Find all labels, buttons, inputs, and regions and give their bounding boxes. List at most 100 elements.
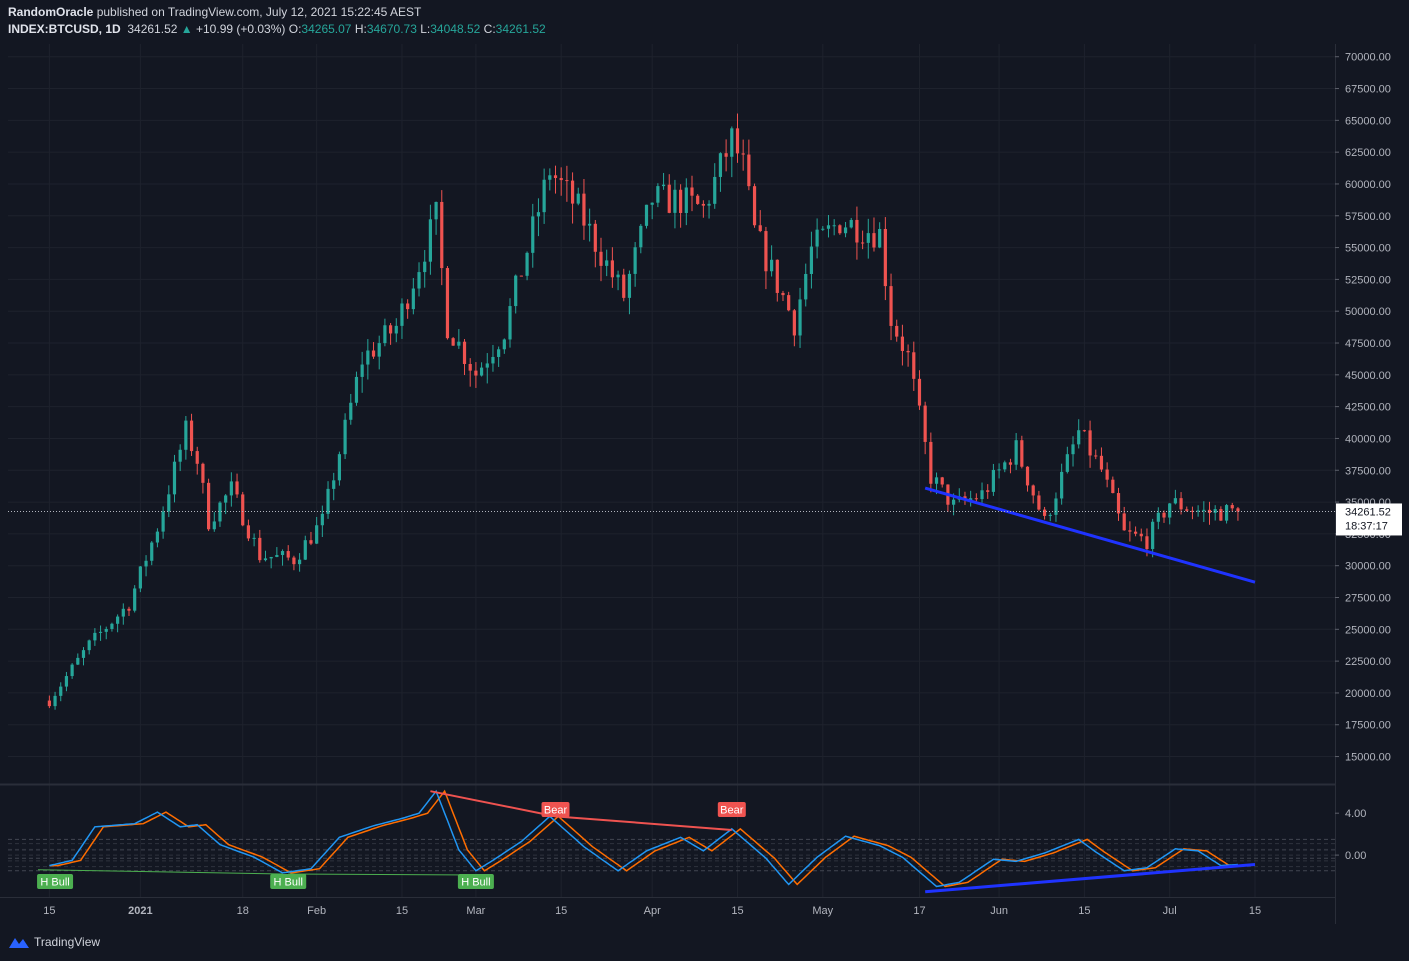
candle: [889, 286, 893, 326]
candle: [582, 193, 586, 226]
candle: [1179, 498, 1183, 510]
bull-label: H Bull: [461, 877, 490, 889]
candle: [241, 494, 245, 526]
candle: [861, 242, 865, 244]
close-value: 34261.52: [495, 22, 546, 36]
candle: [195, 451, 199, 464]
candle: [1202, 509, 1206, 511]
candle: [991, 469, 996, 492]
bull-label: H Bull: [40, 877, 69, 889]
candle: [883, 229, 887, 287]
symbol-legend: INDEX:BTCUSD, 1D 34261.52 ▲ +10.99 (+0.0…: [8, 22, 546, 36]
chart-canvas[interactable]: 70000.00 67500.00 65000.00 62500.00 60000.00…: [0, 0, 1409, 961]
candle: [411, 288, 415, 310]
price-tick-label: 50000.00: [1345, 306, 1391, 318]
candle: [661, 184, 666, 187]
candle: [1145, 536, 1149, 549]
candle: [1151, 521, 1155, 549]
candle: [1230, 505, 1234, 509]
candle: [627, 273, 632, 298]
candle: [1139, 533, 1143, 537]
candle: [832, 225, 836, 227]
candle: [468, 363, 472, 371]
price-tick-label: 25000.00: [1345, 624, 1391, 636]
candle: [479, 367, 484, 376]
time-tick-label: 17: [913, 905, 925, 917]
candle: [1219, 509, 1223, 521]
time-tick-label: 15: [396, 905, 408, 917]
time-tick-label: Jun: [990, 905, 1008, 917]
candle: [696, 195, 700, 204]
candle: [508, 306, 512, 340]
candle: [741, 153, 745, 155]
price-tick-label: 30000.00: [1345, 561, 1391, 573]
candle: [895, 325, 899, 337]
high-value: 34670.73: [366, 22, 417, 36]
candle: [1060, 471, 1064, 499]
candle: [1133, 531, 1138, 534]
candle: [451, 338, 455, 346]
candle: [457, 341, 461, 346]
candle: [1099, 455, 1104, 470]
candle: [542, 179, 546, 213]
time-tick-label: May: [812, 905, 833, 917]
candle: [1105, 469, 1109, 480]
author-name[interactable]: RandomOracle: [8, 5, 93, 19]
candle: [1116, 493, 1121, 514]
candle: [792, 310, 796, 336]
symbol-name[interactable]: INDEX:BTCUSD, 1D: [8, 22, 121, 36]
candle: [212, 521, 216, 530]
price-tick-label: 37500.00: [1345, 465, 1391, 477]
candle: [332, 480, 336, 489]
candle: [286, 551, 290, 558]
candle: [1185, 509, 1189, 511]
price-change: +10.99 (+0.03%): [196, 22, 286, 36]
candle: [570, 180, 575, 204]
candle: [866, 233, 870, 243]
candle: [770, 259, 774, 272]
candle: [388, 325, 393, 334]
candle: [923, 405, 927, 442]
candle: [1014, 440, 1018, 465]
candle: [178, 449, 182, 462]
candle: [1224, 505, 1229, 521]
time-tick-label: 15: [43, 905, 55, 917]
time-tick-label: 18: [237, 905, 249, 917]
price-tick-label: 20000.00: [1345, 688, 1391, 700]
price-tick-label: 55000.00: [1345, 243, 1391, 255]
candle: [309, 540, 313, 544]
candle: [764, 231, 768, 272]
price-tick-label: 45000.00: [1345, 370, 1391, 382]
candle: [679, 189, 683, 214]
bear-label: Bear: [544, 805, 568, 817]
candle: [593, 223, 597, 252]
time-tick-label: Feb: [307, 905, 326, 917]
candle: [207, 482, 211, 530]
tradingview-logo-icon[interactable]: [8, 935, 30, 949]
candle: [849, 219, 853, 228]
candle: [1122, 513, 1126, 531]
candle: [718, 153, 723, 177]
candle: [485, 363, 489, 368]
candle: [815, 229, 819, 247]
candle: [1071, 444, 1075, 455]
candle: [98, 631, 103, 633]
price-tick-label: 57500.00: [1345, 211, 1391, 223]
candle: [1128, 530, 1132, 532]
candle: [428, 219, 432, 262]
time-tick-label: 2021: [128, 905, 152, 917]
candle: [315, 525, 319, 544]
candle: [599, 251, 603, 266]
tradingview-brand[interactable]: TradingView: [34, 935, 100, 949]
candle: [730, 128, 734, 157]
candle: [724, 153, 728, 157]
candle: [445, 268, 450, 339]
price-tick-label: 15000.00: [1345, 752, 1391, 764]
candle: [150, 542, 154, 561]
candle: [752, 186, 757, 226]
candle: [1236, 508, 1240, 512]
candle: [229, 481, 233, 496]
price-tick-label: 42500.00: [1345, 402, 1391, 414]
candle: [172, 461, 177, 495]
candle: [64, 676, 69, 687]
